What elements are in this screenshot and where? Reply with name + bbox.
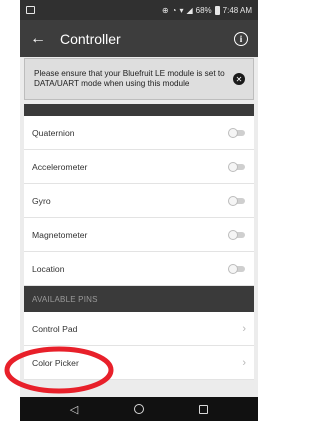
accelerometer-toggle[interactable] bbox=[228, 161, 246, 172]
gyro-toggle[interactable] bbox=[228, 195, 246, 206]
chevron-right-icon: › bbox=[242, 322, 246, 335]
magnetometer-toggle[interactable] bbox=[228, 229, 246, 240]
sensor-label: Location bbox=[32, 263, 65, 274]
battery-percent: 68% bbox=[195, 5, 212, 15]
available-pins-header: AVAILABLE PINS bbox=[24, 286, 254, 312]
nav-recents-icon[interactable] bbox=[199, 404, 209, 414]
sensor-label: Magnetometer bbox=[32, 229, 88, 240]
pin-label: Control Pad bbox=[32, 323, 78, 334]
status-time: 7:48 AM bbox=[222, 5, 252, 15]
pin-row-control-pad[interactable]: Control Pad › bbox=[24, 312, 254, 346]
alarm-icon: ◔ bbox=[171, 5, 177, 15]
status-bar: ⊕ ◔ ▾ ◢ 68% 7:48 AM bbox=[20, 0, 258, 20]
info-icon[interactable]: i bbox=[234, 31, 248, 46]
sensor-row-gyro[interactable]: Gyro bbox=[24, 184, 254, 218]
pin-label: Color Picker bbox=[32, 357, 79, 368]
controller-list: Quaternion Accelerometer Gyro Magnetomet… bbox=[24, 104, 254, 380]
data-sync-icon: ⊕ bbox=[161, 5, 169, 15]
close-icon[interactable]: ✕ bbox=[233, 73, 245, 85]
nav-home-icon[interactable] bbox=[133, 404, 144, 414]
sensor-label: Quaternion bbox=[32, 127, 75, 138]
quaternion-toggle[interactable] bbox=[228, 127, 246, 138]
sensors-section-header bbox=[24, 104, 254, 116]
banner-message: Please ensure that your Bluefruit LE mod… bbox=[34, 69, 225, 88]
chevron-right-icon: › bbox=[242, 356, 246, 369]
sensor-row-accelerometer[interactable]: Accelerometer bbox=[24, 150, 254, 184]
sensor-row-location[interactable]: Location bbox=[24, 252, 254, 286]
sensor-row-magnetometer[interactable]: Magnetometer bbox=[24, 218, 254, 252]
sensor-row-quaternion[interactable]: Quaternion bbox=[24, 116, 254, 150]
phone-screen: ⊕ ◔ ▾ ◢ 68% 7:48 AM ← Controller i Pleas… bbox=[20, 0, 258, 421]
sensor-label: Gyro bbox=[32, 195, 51, 206]
page-title: Controller bbox=[60, 30, 121, 47]
sensor-label: Accelerometer bbox=[32, 161, 88, 172]
notification-icon bbox=[26, 6, 35, 14]
app-bar: ← Controller i bbox=[20, 20, 258, 57]
signal-icon: ◢ bbox=[186, 5, 193, 15]
location-toggle[interactable] bbox=[228, 263, 246, 274]
battery-icon bbox=[214, 5, 220, 15]
wifi-icon: ▾ bbox=[179, 5, 184, 15]
arrow-back-icon[interactable]: ← bbox=[20, 30, 56, 48]
uart-mode-banner: Please ensure that your Bluefruit LE mod… bbox=[24, 58, 254, 100]
status-icons: ⊕ ◔ ▾ ◢ 68% 7:48 AM bbox=[161, 5, 252, 15]
nav-back-icon[interactable]: ◁ bbox=[70, 403, 78, 416]
pin-row-color-picker[interactable]: Color Picker › bbox=[24, 346, 254, 380]
system-nav-bar: ◁ bbox=[20, 397, 258, 421]
